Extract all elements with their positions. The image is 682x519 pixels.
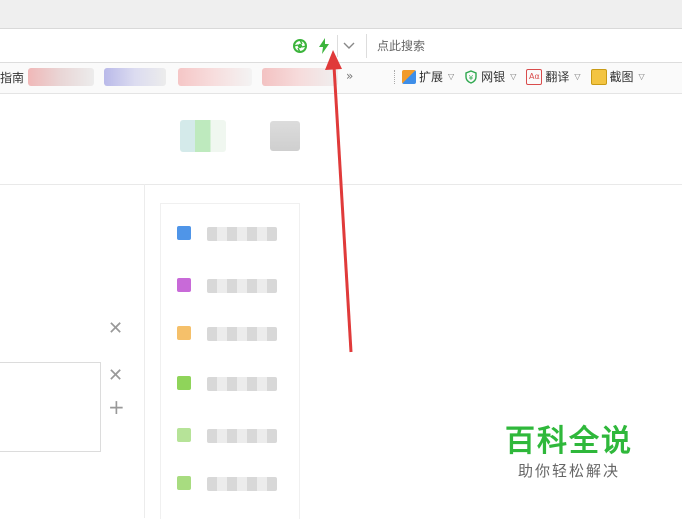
watermark-subtitle: 助你轻松解决: [517, 462, 620, 480]
watermark: 百科全说 助你轻松解决: [505, 426, 633, 481]
watermark-title: 百科全说: [505, 424, 633, 459]
